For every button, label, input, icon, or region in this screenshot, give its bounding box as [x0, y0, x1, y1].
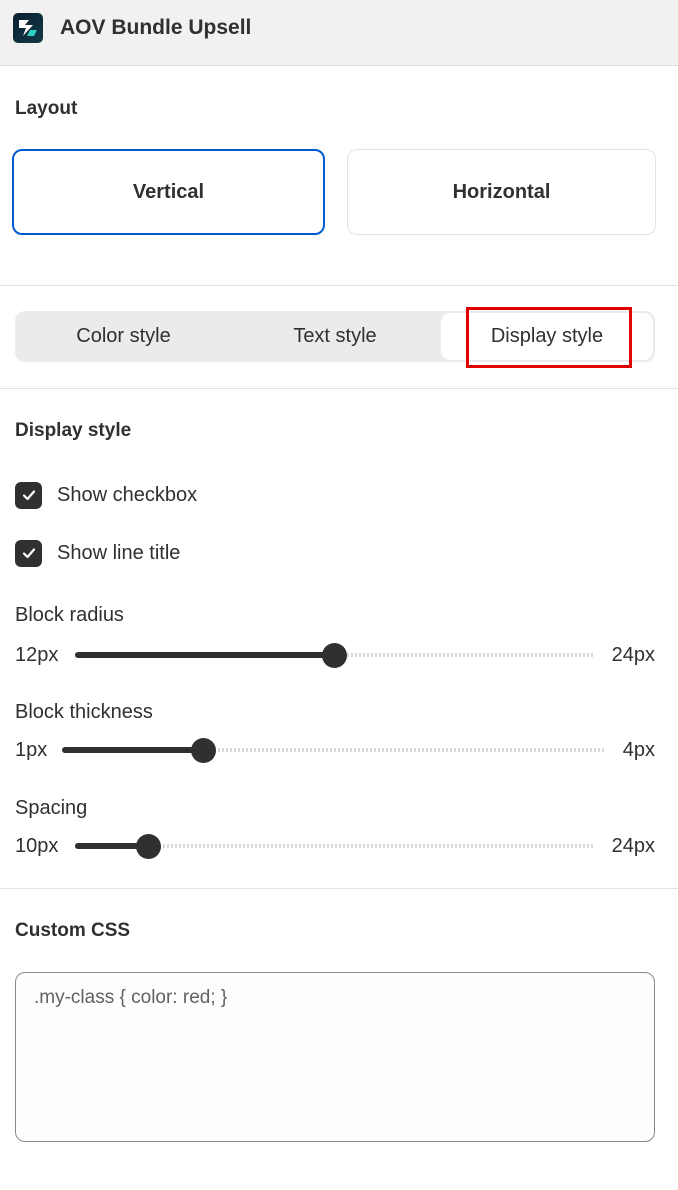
- tab-color-style[interactable]: Color style: [15, 311, 232, 362]
- slider-fill: [62, 747, 203, 753]
- spacing-min: 10px: [15, 835, 59, 857]
- divider: [0, 388, 678, 389]
- show-checkbox-checkbox[interactable]: [15, 481, 42, 509]
- app-title: AOV Bundle Upsell: [60, 16, 252, 39]
- block-thickness-label: Block thickness: [15, 701, 153, 723]
- block-radius-label: Block radius: [15, 604, 124, 626]
- block-radius-min: 12px: [15, 644, 59, 666]
- block-radius-slider[interactable]: [75, 643, 593, 668]
- slider-thumb[interactable]: [322, 643, 347, 668]
- slider-thumb[interactable]: [136, 834, 161, 859]
- tab-text-style[interactable]: Text style: [228, 311, 442, 362]
- layout-title: Layout: [15, 98, 78, 119]
- tab-display-style[interactable]: Display style: [441, 313, 653, 360]
- app-header: AOV Bundle Upsell: [0, 0, 678, 66]
- block-thickness-min: 1px: [15, 739, 48, 761]
- spacing-slider[interactable]: [75, 834, 593, 859]
- display-style-title: Display style: [15, 420, 132, 441]
- layout-horizontal-label: Horizontal: [452, 180, 551, 203]
- block-thickness-slider[interactable]: [62, 738, 606, 763]
- custom-css-textarea[interactable]: [15, 972, 655, 1142]
- checkmark-icon: [22, 548, 35, 559]
- custom-css-title: Custom CSS: [15, 920, 131, 941]
- show-checkbox-row[interactable]: Show checkbox: [15, 480, 197, 510]
- slider-fill: [75, 652, 334, 658]
- show-line-title-row[interactable]: Show line title: [15, 538, 180, 568]
- spacing-label: Spacing: [15, 797, 88, 819]
- slider-thumb[interactable]: [191, 738, 216, 763]
- style-tabs: Color style Text style Display style: [15, 311, 655, 362]
- spacing-max: 24px: [611, 835, 655, 857]
- show-line-title-checkbox[interactable]: [15, 539, 42, 567]
- show-checkbox-label: Show checkbox: [57, 483, 198, 506]
- layout-horizontal-button[interactable]: Horizontal: [347, 149, 656, 235]
- block-thickness-max: 4px: [622, 739, 655, 761]
- divider: [0, 285, 678, 286]
- divider: [0, 888, 678, 889]
- layout-vertical-button[interactable]: Vertical: [12, 149, 325, 235]
- checkmark-icon: [22, 490, 35, 501]
- layout-vertical-label: Vertical: [132, 180, 205, 203]
- show-line-title-label: Show line title: [57, 541, 181, 564]
- app-logo-icon: [13, 13, 43, 43]
- block-radius-max: 24px: [611, 644, 655, 666]
